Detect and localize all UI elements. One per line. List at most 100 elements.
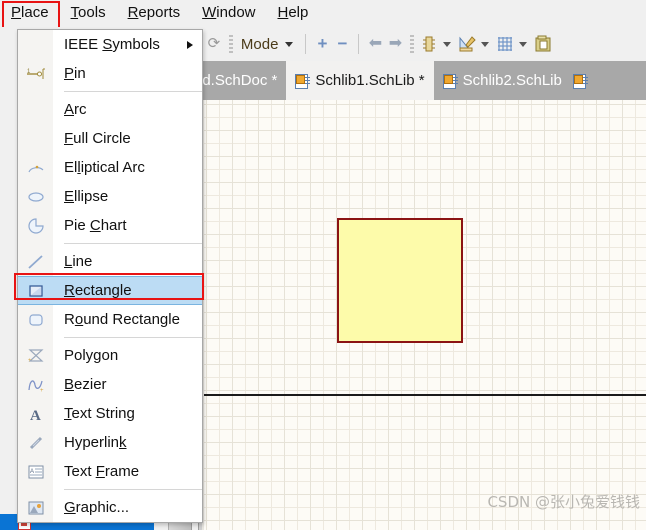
hyperlink-icon [26, 434, 46, 452]
menu-item-full-circle[interactable]: Full Circle [18, 124, 202, 153]
ellipse-icon [26, 188, 46, 206]
menu-place-label: Place [11, 4, 49, 21]
mode-label[interactable]: Mode [238, 36, 282, 53]
tab-label: Schlib2.SchLib [462, 72, 562, 89]
pin-icon: 1 [26, 65, 46, 83]
menu-item-rectangle[interactable]: Rectangle [18, 276, 202, 305]
graphic-icon [26, 499, 46, 517]
menu-bar: Place Tools Reports Window Help [0, 0, 646, 27]
text-frame-icon: A [26, 463, 46, 481]
menu-item-label: Text Frame [64, 462, 140, 480]
tab-red-schdoc[interactable]: red.SchDoc * [198, 61, 286, 100]
menu-item-line[interactable]: Line [18, 247, 202, 276]
menu-tools-label: Tools [70, 4, 106, 21]
menu-item-round-rectangle[interactable]: Round Rectangle [18, 305, 202, 334]
menu-item-label: Hyperlink [64, 433, 127, 451]
menu-item-label: Full Circle [64, 129, 131, 147]
placed-rectangle-shape[interactable] [337, 218, 463, 343]
menu-window-label: Window [202, 4, 256, 21]
svg-text:+: + [28, 358, 32, 364]
schlib-file-icon [442, 73, 458, 89]
menu-item-text-string[interactable]: A Text String [18, 399, 202, 428]
menu-separator [64, 91, 202, 92]
menu-item-text-frame[interactable]: A Text Frame [18, 457, 202, 486]
menu-reports[interactable]: Reports [117, 1, 192, 26]
tab-label: Schlib1.SchLib * [315, 72, 425, 89]
left-panel-strip [0, 61, 17, 513]
menu-item-label: Rectangle [64, 281, 132, 299]
menu-item-ieee-symbols[interactable]: IEEE Symbols [18, 30, 202, 59]
menu-item-label: Text String [64, 404, 135, 422]
menu-item-label: Round Rectangle [64, 310, 180, 328]
toolbar-grip[interactable] [228, 35, 233, 53]
menu-window[interactable]: Window [191, 1, 266, 26]
place-menu-list: IEEE Symbols 1 Pin Arc Full Circle Ellip… [18, 30, 202, 522]
watermark-text: CSDN @张小兔爱钱钱 [487, 493, 640, 511]
schematic-canvas[interactable]: CSDN @张小兔爱钱钱 [198, 100, 646, 530]
menu-item-label: Graphic... [64, 498, 130, 516]
menu-item-label: Polygon [64, 346, 119, 364]
canvas-divider-line [198, 394, 646, 396]
bezier-icon: + [26, 376, 46, 394]
menu-item-bezier[interactable]: + Bezier [18, 370, 202, 399]
menu-item-elliptical-arc[interactable]: Elliptical Arc [18, 153, 202, 182]
menu-item-label: Line [64, 252, 93, 270]
svg-text:A: A [30, 469, 34, 475]
menu-separator [64, 243, 202, 244]
menu-reports-label: Reports [127, 4, 181, 21]
toolbar-separator [358, 34, 360, 54]
menu-item-label: IEEE Symbols [64, 35, 160, 53]
menu-item-label: Pin [64, 64, 86, 82]
menu-item-ellipse[interactable]: Ellipse [18, 182, 202, 211]
grid-icon[interactable] [495, 34, 515, 54]
tab-schlib2[interactable]: Schlib2.SchLib [434, 61, 571, 100]
application-window: Place Tools Reports Window Help ▶ ⟳ Mode… [0, 0, 646, 530]
tab-schlib1[interactable]: Schlib1.SchLib * [286, 61, 434, 100]
component-chevron-down-icon[interactable] [443, 41, 452, 47]
document-tab-bar: red.SchDoc * Schlib1.SchLib * Schlib2.Sc… [198, 61, 646, 100]
svg-text:+: + [40, 388, 44, 394]
menu-place[interactable]: Place [0, 1, 60, 26]
menu-item-label: Elliptical Arc [64, 158, 145, 176]
menu-item-label: Bezier [64, 375, 107, 393]
pie-chart-icon [26, 217, 46, 235]
menu-separator [64, 489, 202, 490]
rectangle-icon [26, 282, 46, 300]
menu-item-hyperlink[interactable]: Hyperlink [18, 428, 202, 457]
grid-chevron-down-icon[interactable] [519, 41, 528, 47]
component-icon[interactable] [419, 34, 439, 54]
schlib-file-icon [295, 73, 311, 89]
toolbar-separator [305, 34, 307, 54]
menu-item-pie-chart[interactable]: Pie Chart [18, 211, 202, 240]
place-dropdown-menu: IEEE Symbols 1 Pin Arc Full Circle Ellip… [17, 29, 203, 523]
menu-item-arc[interactable]: Arc [18, 95, 202, 124]
menu-item-label: Pie Chart [64, 216, 127, 234]
menu-tools[interactable]: Tools [60, 1, 117, 26]
round-rectangle-icon [26, 311, 46, 329]
polygon-icon: + [26, 347, 46, 365]
draw-tools-chevron-down-icon[interactable] [481, 41, 490, 47]
plus-icon[interactable]: + [312, 34, 332, 54]
tab-label: red.SchDoc * [198, 72, 278, 89]
submenu-arrow-icon [187, 40, 193, 49]
redo-icon[interactable]: ⟳ [204, 34, 224, 54]
next-part-icon[interactable]: ➡ [385, 34, 405, 54]
menu-item-graphic[interactable]: Graphic... [18, 493, 202, 522]
menu-help-label: Help [277, 4, 309, 21]
svg-text:A: A [30, 408, 41, 423]
schlib-file-icon [572, 73, 588, 89]
menu-item-label: Arc [64, 100, 87, 118]
mode-chevron-down-icon[interactable] [285, 41, 294, 47]
minus-icon[interactable]: − [332, 34, 352, 54]
draw-tools-icon[interactable] [457, 34, 477, 54]
library-icon[interactable] [533, 34, 553, 54]
tab-overflow[interactable] [571, 61, 597, 100]
menu-help[interactable]: Help [267, 1, 320, 26]
menu-separator [64, 337, 202, 338]
menu-item-pin[interactable]: 1 Pin [18, 59, 202, 88]
text-string-icon: A [26, 405, 46, 424]
line-icon [26, 253, 46, 271]
toolbar-grip[interactable] [410, 35, 415, 53]
previous-part-icon[interactable]: ⬅ [365, 34, 385, 54]
menu-item-polygon[interactable]: + Polygon [18, 341, 202, 370]
